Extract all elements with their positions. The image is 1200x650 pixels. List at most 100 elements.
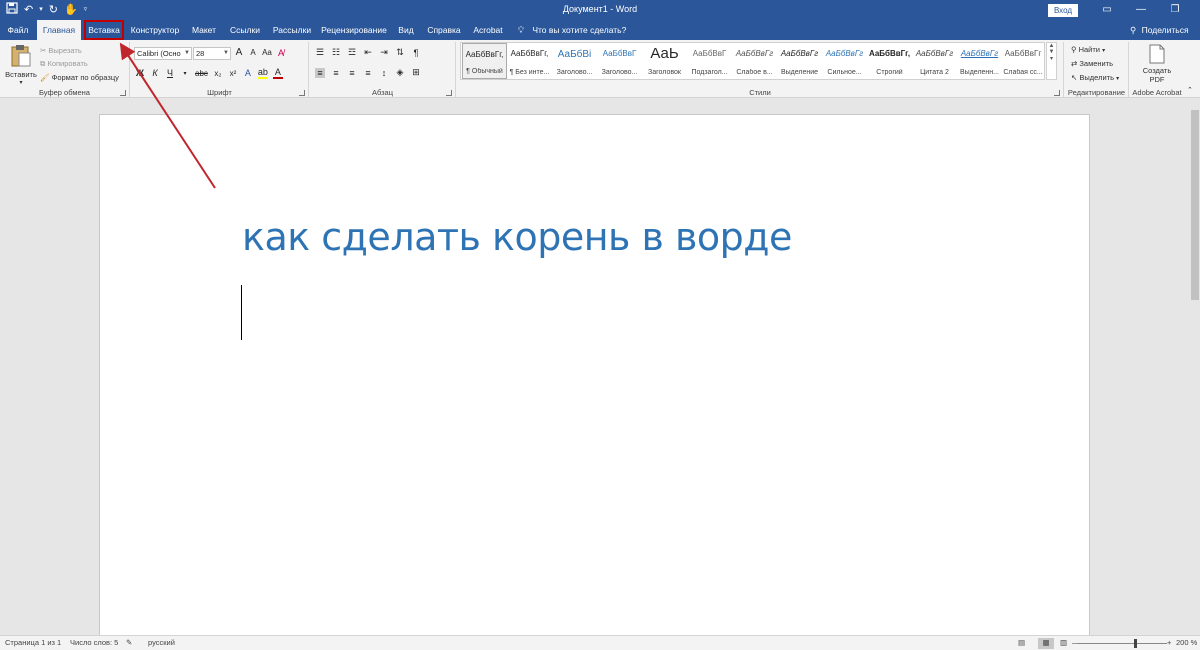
font-name-combo[interactable]: Calibri (Осно ▼ xyxy=(134,47,192,60)
style-emphasis[interactable]: АаБбВвГг Выделение xyxy=(777,43,822,79)
line-spacing-icon[interactable]: ↕ xyxy=(379,68,389,78)
chevron-down-icon[interactable]: ▾ xyxy=(180,70,190,77)
superscript-button[interactable]: x² xyxy=(228,69,238,78)
style-name: ¶ Обычный xyxy=(466,68,503,75)
clipboard-group: Вставить ▾ ✂ Вырезать ⧉ Копировать 🖌︎ Фо… xyxy=(0,42,130,98)
align-right-icon[interactable]: ≡ xyxy=(347,68,357,78)
text-effects-button[interactable]: A xyxy=(243,68,253,78)
web-layout-icon[interactable]: ▥ xyxy=(1060,638,1067,647)
increase-indent-icon[interactable]: ⇥ xyxy=(379,47,389,58)
ribbon-display-icon[interactable]: ▭ xyxy=(1090,2,1124,18)
tab-view[interactable]: Вид xyxy=(394,20,418,40)
style-subtitle[interactable]: АаБбВвГ Подзагол... xyxy=(687,43,732,79)
style-normal[interactable]: АаБбВвГг, ¶ Обычный xyxy=(462,43,507,79)
print-layout-icon[interactable]: ▦ xyxy=(1038,638,1054,649)
replace-button[interactable]: ⇄ Заменить xyxy=(1071,59,1113,68)
tab-insert[interactable]: Вставка xyxy=(84,20,124,40)
lightbulb-icon: 💡︎ xyxy=(518,25,524,35)
scissors-icon: ✂ xyxy=(40,46,47,55)
scrollbar-thumb[interactable] xyxy=(1191,110,1199,300)
style-name: ¶ Без инте... xyxy=(509,69,550,76)
document-page[interactable]: как сделать корень в ворде xyxy=(99,114,1090,635)
share-button[interactable]: ⚲ Поделиться xyxy=(1130,20,1189,40)
justify-icon[interactable]: ≡ xyxy=(363,68,373,78)
style-sample: АаБбВвГг, xyxy=(868,49,911,58)
style-intense-emphasis[interactable]: АаБбВвГг Сильное... xyxy=(822,43,867,79)
align-center-icon[interactable]: ≡ xyxy=(331,68,341,78)
find-button[interactable]: ⚲ Найти ▾ xyxy=(1071,45,1105,54)
close-button[interactable]: ✕ xyxy=(1192,2,1200,18)
bullets-icon[interactable]: ☰ xyxy=(315,47,325,58)
style-title[interactable]: АаЬ Заголовок xyxy=(642,43,687,79)
highlight-color-button[interactable]: ab xyxy=(257,67,268,79)
change-case-button[interactable]: Aa xyxy=(262,48,272,57)
style-no-spacing[interactable]: АаБбВвГг, ¶ Без инте... xyxy=(507,43,552,79)
signin-button[interactable]: Вход xyxy=(1048,4,1078,17)
underline-button[interactable]: Ч xyxy=(165,68,175,78)
multilevel-list-icon[interactable]: ☲ xyxy=(347,47,357,58)
decrease-indent-icon[interactable]: ⇤ xyxy=(363,47,373,58)
dialog-launcher-icon[interactable] xyxy=(1054,90,1060,96)
select-button[interactable]: ↖ Выделить ▾ xyxy=(1071,73,1119,82)
select-icon: ↖ xyxy=(1071,73,1078,82)
borders-icon[interactable]: ⊞ xyxy=(411,67,421,78)
zoom-level[interactable]: 200 % xyxy=(1176,638,1197,647)
zoom-slider-thumb[interactable] xyxy=(1134,639,1137,648)
style-strong[interactable]: АаБбВвГг, Строгий xyxy=(867,43,912,79)
copy-button[interactable]: ⧉ Копировать xyxy=(40,59,88,69)
sort-icon[interactable]: ⇅ xyxy=(395,47,405,58)
bold-button[interactable]: Ж xyxy=(135,68,145,78)
tab-design[interactable]: Конструктор xyxy=(128,20,182,40)
document-heading[interactable]: как сделать корень в ворде xyxy=(242,215,792,259)
shading-icon[interactable]: ◈ xyxy=(395,67,405,78)
more-styles-icon[interactable]: ▾ xyxy=(1047,55,1056,62)
replace-label: Заменить xyxy=(1079,59,1114,68)
tab-help[interactable]: Справка xyxy=(424,20,464,40)
proofing-icon[interactable]: ✎ xyxy=(126,638,132,647)
strikethrough-button[interactable]: abc xyxy=(195,69,208,78)
tab-review[interactable]: Рецензирование xyxy=(320,20,388,40)
tab-home[interactable]: Главная xyxy=(37,20,81,40)
style-subtle-emphasis[interactable]: АаБбВвГг Слабое в... xyxy=(732,43,777,79)
numbering-icon[interactable]: ☷ xyxy=(331,47,341,58)
font-size-combo[interactable]: 28 ▼ xyxy=(193,47,231,60)
tell-me-search[interactable]: 💡︎ Что вы хотите сделать? xyxy=(518,20,626,40)
language-indicator[interactable]: русский xyxy=(148,638,175,647)
minimize-button[interactable]: — xyxy=(1124,2,1158,18)
restore-button[interactable]: ❐ xyxy=(1158,2,1192,18)
style-heading-1[interactable]: АаБбВі Заголово... xyxy=(552,43,597,79)
format-painter-button[interactable]: 🖌︎ Формат по образцу xyxy=(40,73,119,82)
italic-button[interactable]: К xyxy=(150,68,160,78)
collapse-ribbon-icon[interactable]: ⌃ xyxy=(1187,86,1193,94)
page-count[interactable]: Страница 1 из 1 xyxy=(5,638,61,647)
style-intense-quote[interactable]: АаБбВвГг Выделенн... xyxy=(957,43,1002,79)
font-color-button[interactable]: A xyxy=(272,67,283,79)
show-marks-button[interactable]: ¶ xyxy=(411,48,421,58)
tab-acrobat[interactable]: Acrobat xyxy=(470,20,506,40)
dialog-launcher-icon[interactable] xyxy=(446,90,452,96)
cut-button[interactable]: ✂ Вырезать xyxy=(40,46,82,55)
style-subtle-reference[interactable]: АаБбВвГг Слабая сс... xyxy=(1002,43,1044,79)
subscript-button[interactable]: x₂ xyxy=(213,69,223,78)
style-quote[interactable]: АаБбВвГг Цитата 2 xyxy=(912,43,957,79)
alignment-tools: ≡ ≡ ≡ ≡ ↕ ◈ ⊞ xyxy=(315,67,421,78)
word-count[interactable]: Число слов: 5 xyxy=(70,638,118,647)
align-left-icon[interactable]: ≡ xyxy=(315,67,325,78)
style-name: Заголовок xyxy=(648,69,681,76)
style-heading-2[interactable]: АаБбВвГ Заголово... xyxy=(597,43,642,79)
dialog-launcher-icon[interactable] xyxy=(299,90,305,96)
tab-references[interactable]: Ссылки xyxy=(226,20,264,40)
style-sample: АаБбВвГг xyxy=(960,49,999,58)
zoom-slider[interactable] xyxy=(1077,643,1167,644)
tab-mailings[interactable]: Рассылки xyxy=(270,20,314,40)
clear-formatting-button[interactable]: A̸ xyxy=(276,48,286,58)
dialog-launcher-icon[interactable] xyxy=(120,90,126,96)
grow-font-button[interactable]: A xyxy=(234,47,244,58)
tab-file[interactable]: Файл xyxy=(4,20,32,40)
read-mode-icon[interactable]: ▤ xyxy=(1018,638,1025,647)
tab-layout[interactable]: Макет xyxy=(188,20,220,40)
create-pdf-button[interactable]: Создать PDF xyxy=(1138,44,1176,84)
paste-button[interactable]: Вставить ▾ xyxy=(4,44,38,88)
zoom-in-button[interactable]: + xyxy=(1167,638,1171,647)
shrink-font-button[interactable]: A xyxy=(248,48,258,57)
